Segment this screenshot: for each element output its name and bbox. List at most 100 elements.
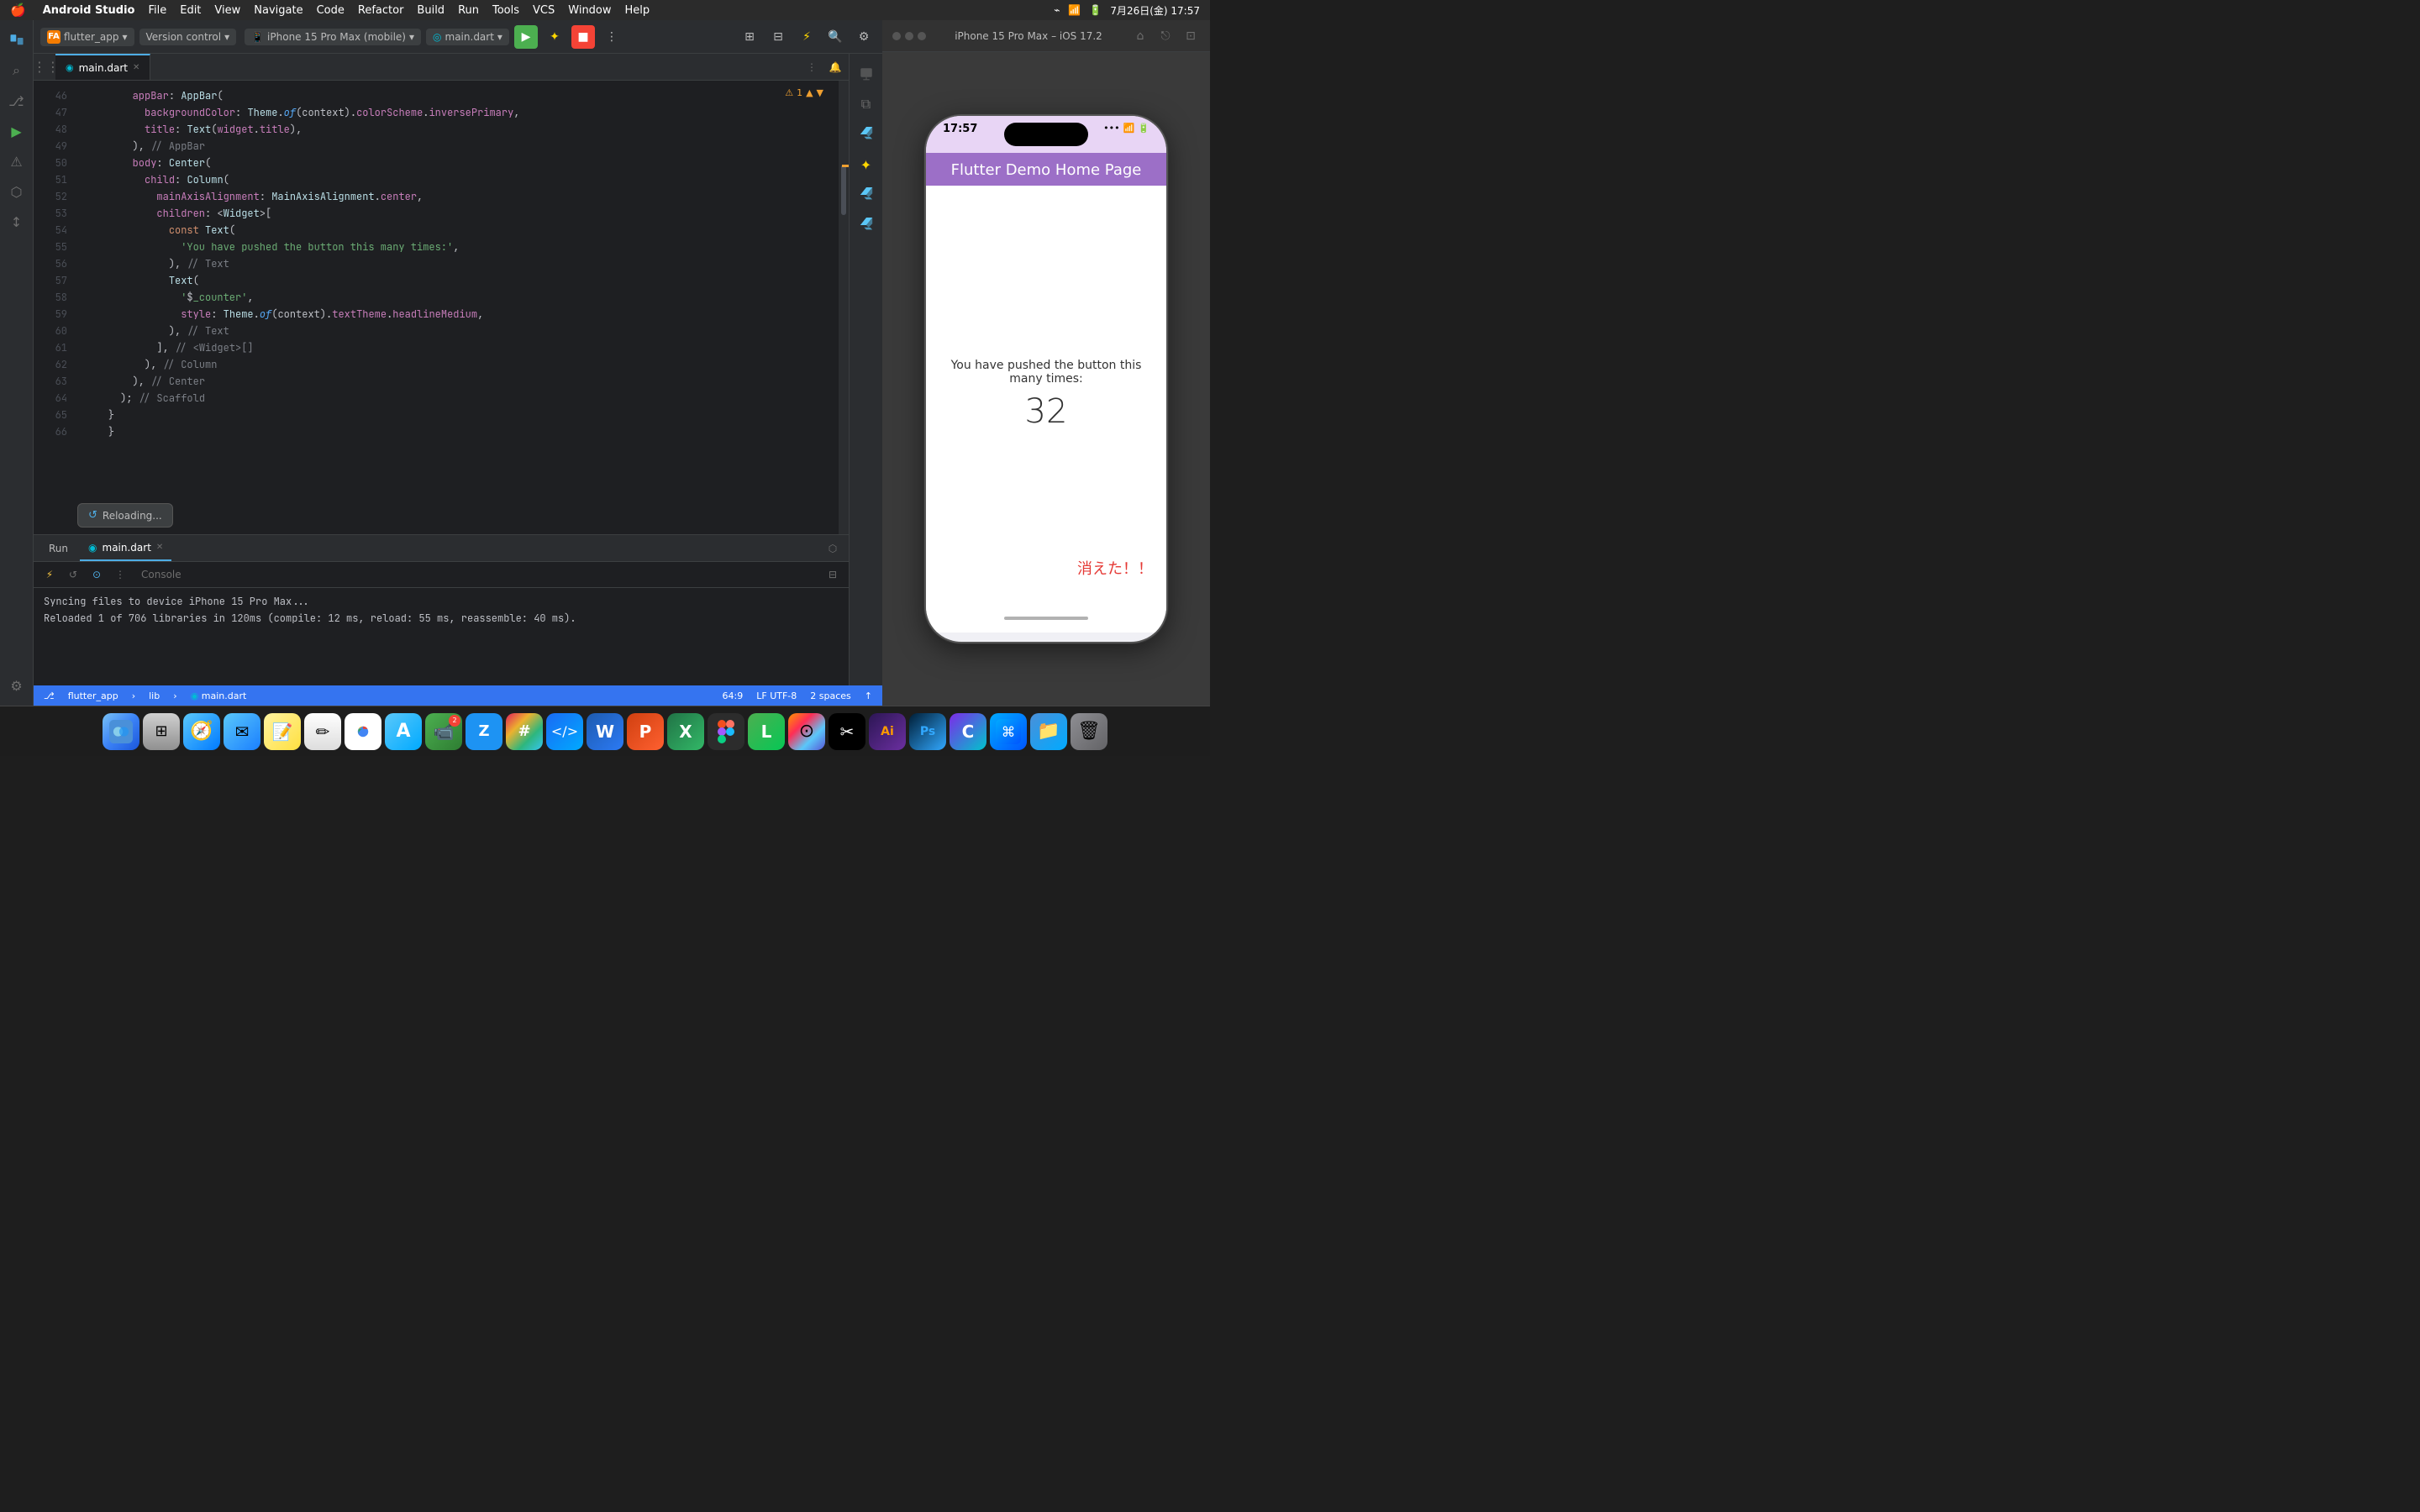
bottom-expand-icon[interactable]: ⬡ bbox=[823, 539, 842, 558]
right-sidebar-star-icon[interactable]: ✦ bbox=[853, 151, 880, 178]
tab-main-dart[interactable]: ◉ main.dart ✕ bbox=[55, 54, 150, 80]
dock-capcut-icon[interactable]: ✂ bbox=[829, 713, 865, 750]
menu-run[interactable]: Run bbox=[458, 4, 479, 17]
status-project[interactable]: flutter_app bbox=[68, 690, 118, 701]
lightning-icon[interactable]: ⚡ bbox=[795, 25, 818, 49]
bottom-tab-main-dart[interactable]: ◉ main.dart ✕ bbox=[80, 535, 171, 561]
dock-trash-icon[interactable]: 🗑 bbox=[1071, 713, 1107, 750]
bottom-lightning-btn[interactable]: ⚡ bbox=[40, 565, 59, 584]
bottom-more-btn[interactable]: ⋮ bbox=[111, 565, 129, 584]
run-file-selector[interactable]: ◎ main.dart ▾ bbox=[426, 29, 509, 45]
settings-icon[interactable]: ⚙ bbox=[852, 25, 876, 49]
tab-close-icon[interactable]: ✕ bbox=[133, 63, 139, 72]
menu-window[interactable]: Window bbox=[568, 4, 611, 17]
dock-appstore-icon[interactable]: A bbox=[385, 713, 422, 750]
bottom-tab-close-icon[interactable]: ✕ bbox=[156, 543, 163, 552]
menu-refactor[interactable]: Refactor bbox=[358, 4, 404, 17]
dock-excel-icon[interactable]: X bbox=[667, 713, 704, 750]
status-git-push-icon[interactable]: ↑ bbox=[865, 690, 872, 701]
tab-action-bell[interactable]: 🔔 bbox=[825, 57, 845, 77]
device-selector[interactable]: 📱 iPhone 15 Pro Max (mobile) ▾ bbox=[245, 29, 421, 45]
warning-up-icon[interactable]: ▲ bbox=[806, 87, 813, 98]
run-button[interactable]: ▶ bbox=[514, 25, 538, 49]
sidebar-search-icon[interactable]: ⌕ bbox=[3, 57, 30, 84]
dock-facetime-icon[interactable]: 📹 2 bbox=[425, 713, 462, 750]
bottom-refresh-btn[interactable]: ↺ bbox=[64, 565, 82, 584]
bottom-layout-btn[interactable]: ⊟ bbox=[823, 565, 842, 584]
right-sidebar-flutter2-icon[interactable] bbox=[853, 181, 880, 208]
menu-edit[interactable]: Edit bbox=[180, 4, 201, 17]
layout-icon[interactable]: ⊟ bbox=[766, 25, 790, 49]
dock-launchpad-icon[interactable]: ⊞ bbox=[143, 713, 180, 750]
sim-rotate-btn[interactable]: ⎋ bbox=[1156, 27, 1175, 45]
tab-grip[interactable]: ⋮⋮ bbox=[37, 54, 55, 80]
dock-ps-icon[interactable]: Ps bbox=[909, 713, 946, 750]
sidebar-vcs-icon[interactable]: ⎇ bbox=[3, 87, 30, 114]
apple-icon[interactable]: 🍎 bbox=[10, 3, 26, 18]
code-editor: 46 47 48 49 50 51 52 53 54 55 56 57 bbox=[34, 81, 849, 534]
dock-powerpoint-icon[interactable]: P bbox=[627, 713, 664, 750]
wifi-icon: 📶 bbox=[1068, 4, 1081, 16]
menu-vcs[interactable]: VCS bbox=[533, 4, 555, 17]
more-button[interactable]: ⋮ bbox=[600, 25, 623, 49]
sim-screenshot-btn[interactable]: ⊡ bbox=[1181, 27, 1200, 45]
dock-canva-icon[interactable]: C bbox=[950, 713, 986, 750]
dock-photos-icon[interactable]: ⊙ bbox=[788, 713, 825, 750]
menu-code[interactable]: Code bbox=[317, 4, 345, 17]
menu-help[interactable]: Help bbox=[625, 4, 650, 17]
scroll-thumb[interactable] bbox=[841, 165, 846, 215]
status-position[interactable]: 64:9 bbox=[723, 690, 744, 701]
warning-down-icon[interactable]: ▼ bbox=[817, 87, 823, 98]
menu-build[interactable]: Build bbox=[417, 4, 445, 17]
dock-word-icon[interactable]: W bbox=[587, 713, 623, 750]
code-content[interactable]: appBar: AppBar( backgroundColor: Theme.o… bbox=[74, 81, 849, 534]
menu-file[interactable]: File bbox=[148, 4, 166, 17]
dock-figma-icon[interactable] bbox=[708, 713, 744, 750]
status-indent[interactable]: 2 spaces bbox=[810, 690, 851, 701]
device-manager-icon[interactable]: ⊞ bbox=[738, 25, 761, 49]
dock-ai-icon[interactable]: Ai bbox=[869, 713, 906, 750]
bottom-tab-run[interactable]: Run bbox=[40, 535, 76, 561]
sidebar-terminal-icon[interactable]: ⬡ bbox=[3, 178, 30, 205]
menu-android-studio[interactable]: Android Studio bbox=[43, 4, 135, 17]
menu-tools[interactable]: Tools bbox=[492, 4, 519, 17]
right-sidebar-device-icon[interactable] bbox=[853, 60, 880, 87]
dock-files-icon[interactable]: 📁 bbox=[1030, 713, 1067, 750]
star-button[interactable]: ✦ bbox=[543, 25, 566, 49]
dock-notes-icon[interactable]: 📝 bbox=[264, 713, 301, 750]
sim-home-btn[interactable]: ⌂ bbox=[1131, 27, 1150, 45]
right-sidebar-flutter-icon[interactable] bbox=[853, 121, 880, 148]
dock-mail-icon[interactable]: ✉ bbox=[224, 713, 260, 750]
right-sidebar-flutter3-icon[interactable] bbox=[853, 212, 880, 239]
stop-button[interactable]: ■ bbox=[571, 25, 595, 49]
dock-zoom-icon[interactable]: Z bbox=[466, 713, 502, 750]
status-encoding[interactable]: LF UTF-8 bbox=[756, 690, 797, 701]
sidebar-settings-icon[interactable]: ⚙ bbox=[3, 672, 30, 699]
simulator-title: iPhone 15 Pro Max – iOS 17.2 bbox=[933, 30, 1124, 42]
simulator-nav: ⌂ ⎋ ⊡ bbox=[1131, 27, 1200, 45]
sidebar-commit-icon[interactable]: ↕ bbox=[3, 208, 30, 235]
dock-line-icon[interactable]: L bbox=[748, 713, 785, 750]
scroll-indicator[interactable] bbox=[839, 81, 849, 534]
dock-vscode-icon[interactable]: </> bbox=[546, 713, 583, 750]
warning-indicator[interactable]: ⚠ 1 ▲ ▼ bbox=[785, 87, 823, 98]
search-icon[interactable]: 🔍 bbox=[823, 25, 847, 49]
status-lib[interactable]: lib bbox=[149, 690, 160, 701]
device-phone-icon: 📱 bbox=[251, 31, 264, 43]
dock-freeform-icon[interactable]: ✏ bbox=[304, 713, 341, 750]
status-file[interactable]: ◉ main.dart bbox=[191, 690, 247, 701]
tab-action-more[interactable]: ⋮ bbox=[802, 57, 822, 77]
sidebar-problems-icon[interactable]: ⚠ bbox=[3, 148, 30, 175]
dock-safari-icon[interactable]: 🧭 bbox=[183, 713, 220, 750]
sidebar-files-icon[interactable] bbox=[3, 27, 30, 54]
dock-finder-icon[interactable] bbox=[103, 713, 139, 750]
right-sidebar-copy-icon[interactable]: ⧉ bbox=[853, 91, 880, 118]
dock-xcode-icon[interactable]: ⌘ bbox=[990, 713, 1027, 750]
vcs-selector[interactable]: Version control ▾ bbox=[139, 29, 237, 45]
menu-view[interactable]: View bbox=[214, 4, 240, 17]
menu-navigate[interactable]: Navigate bbox=[254, 4, 302, 17]
dock-slack-icon[interactable]: # bbox=[506, 713, 543, 750]
project-selector[interactable]: FA flutter_app ▾ bbox=[40, 28, 134, 46]
dock-chrome-icon[interactable] bbox=[345, 713, 381, 750]
sidebar-run-icon[interactable]: ▶ bbox=[3, 118, 30, 144]
